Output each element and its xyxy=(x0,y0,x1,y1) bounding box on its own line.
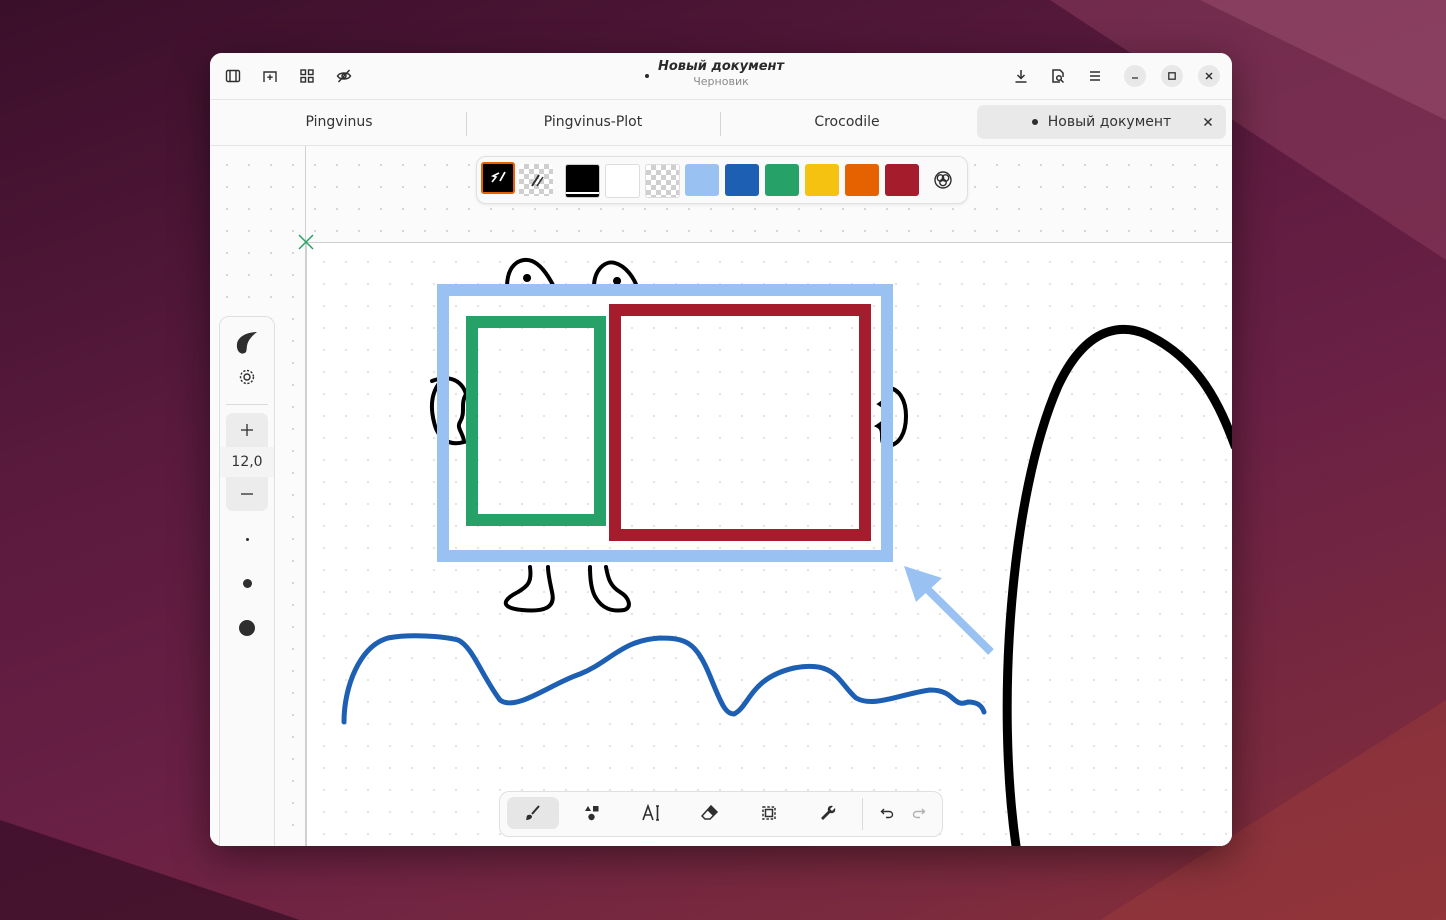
text-cursor-icon xyxy=(642,804,659,821)
swatch-red[interactable] xyxy=(885,164,919,196)
pen-style-panel: 12,0 xyxy=(219,316,275,846)
tab-new-document[interactable]: Новый документ xyxy=(977,105,1226,139)
window-title: Новый документ xyxy=(657,59,785,74)
fill-brush-icon xyxy=(531,174,544,187)
stroke-left-foot xyxy=(503,565,555,613)
fill-color-button[interactable] xyxy=(519,164,553,196)
header-bar: Новый документ Черновик xyxy=(210,53,1232,100)
pen-style-button[interactable] xyxy=(220,325,274,361)
large-dot-icon xyxy=(239,620,255,636)
close-window-button[interactable] xyxy=(1198,65,1220,87)
swatch-transparent[interactable] xyxy=(645,164,680,198)
size-preset-large[interactable] xyxy=(220,614,274,642)
size-preset-medium[interactable] xyxy=(220,569,274,597)
stroke-head-left xyxy=(505,257,556,289)
app-window: Новый документ Черновик Pingvinus Pingvi… xyxy=(210,53,1232,846)
stroke-black-curve xyxy=(1002,324,1232,846)
open-document-button[interactable] xyxy=(1043,61,1073,91)
stroke-size-field[interactable]: 12,0 xyxy=(220,447,274,477)
stroke-right-foot xyxy=(588,565,631,613)
swatch-orange[interactable] xyxy=(845,164,879,196)
drawing-strokes xyxy=(341,257,1232,846)
window-subtitle: Черновик xyxy=(693,75,749,88)
download-icon xyxy=(1015,70,1027,83)
tool-toolbar xyxy=(499,791,943,837)
undo-button[interactable] xyxy=(872,797,902,829)
brush-tool-button[interactable] xyxy=(507,797,559,829)
color-wheel-icon xyxy=(934,171,952,189)
tab-label: Pingvinus-Plot xyxy=(543,114,643,130)
brush-icon xyxy=(526,805,540,820)
small-dot-icon xyxy=(245,537,249,541)
tab-crocodile[interactable]: Crocodile xyxy=(722,105,972,139)
brush-stroke-icon xyxy=(236,332,257,354)
tab-pingvinus[interactable]: Pingvinus xyxy=(214,105,464,139)
minimize-button[interactable] xyxy=(1124,65,1146,87)
selected-swatch-underline xyxy=(566,192,599,194)
tab-label: Новый документ xyxy=(1047,114,1172,130)
tab-pingvinus-plot[interactable]: Pingvinus-Plot xyxy=(468,105,718,139)
stroke-size-group: 12,0 xyxy=(220,413,274,511)
stroke-size-value: 12,0 xyxy=(231,454,263,470)
swatch-light-blue[interactable] xyxy=(685,164,719,196)
stroke-red-rect xyxy=(609,304,871,541)
stroke-blue-wave xyxy=(341,633,987,725)
undo-icon xyxy=(880,808,894,819)
maximize-icon xyxy=(1168,72,1176,80)
tab-separator xyxy=(720,112,721,136)
shapes-icon xyxy=(585,806,599,821)
selection-tool-button[interactable] xyxy=(743,797,795,829)
export-button[interactable] xyxy=(1006,61,1036,91)
minus-icon xyxy=(241,493,253,495)
maximize-button[interactable] xyxy=(1161,65,1183,87)
title-block: Новый документ Черновик xyxy=(210,59,1232,88)
increase-size-button[interactable] xyxy=(220,415,274,445)
swatch-black[interactable] xyxy=(565,164,600,198)
plus-icon xyxy=(241,424,253,436)
decrease-size-button[interactable] xyxy=(220,479,274,509)
hamburger-icon xyxy=(1090,71,1100,81)
swatch-white[interactable] xyxy=(605,164,640,198)
color-picker-button[interactable] xyxy=(927,164,959,196)
panel-divider xyxy=(226,404,268,405)
swatch-blue[interactable] xyxy=(725,164,759,196)
stroke-color-button[interactable] xyxy=(481,162,515,194)
stroke-head-right xyxy=(592,260,639,289)
swatch-green[interactable] xyxy=(765,164,799,196)
text-tool-button[interactable] xyxy=(625,797,677,829)
tab-separator xyxy=(466,112,467,136)
eraser-tool-button[interactable] xyxy=(684,797,736,829)
size-preset-small[interactable] xyxy=(220,525,274,553)
pen-color-icon xyxy=(490,171,506,183)
eraser-icon xyxy=(701,804,719,820)
tab-unsaved-dot xyxy=(1031,119,1038,125)
color-palette xyxy=(476,156,968,204)
shapes-tool-button[interactable] xyxy=(566,797,618,829)
close-icon xyxy=(1204,118,1212,126)
tab-close-button[interactable] xyxy=(1200,114,1216,130)
stroke-green-rect xyxy=(466,316,606,526)
pen-settings-button[interactable] xyxy=(220,365,274,389)
selection-icon xyxy=(762,806,776,820)
close-icon xyxy=(1205,72,1213,80)
drawing-canvas[interactable]: 12,0 xyxy=(210,146,1232,846)
medium-dot-icon xyxy=(242,578,252,588)
swatch-yellow[interactable] xyxy=(805,164,839,196)
minimize-icon xyxy=(1132,77,1138,79)
tools-settings-button[interactable] xyxy=(802,797,854,829)
redo-button[interactable] xyxy=(904,797,934,829)
document-search-icon xyxy=(1052,69,1065,84)
tab-bar: Pingvinus Pingvinus-Plot Crocodile Новый… xyxy=(210,100,1232,146)
tab-label: Crocodile xyxy=(814,114,880,130)
main-menu-button[interactable] xyxy=(1080,61,1110,91)
wrench-icon xyxy=(821,805,836,820)
gear-icon xyxy=(239,369,255,385)
tab-label: Pingvinus xyxy=(305,114,373,130)
redo-icon xyxy=(912,808,926,819)
toolbar-separator xyxy=(862,798,863,830)
